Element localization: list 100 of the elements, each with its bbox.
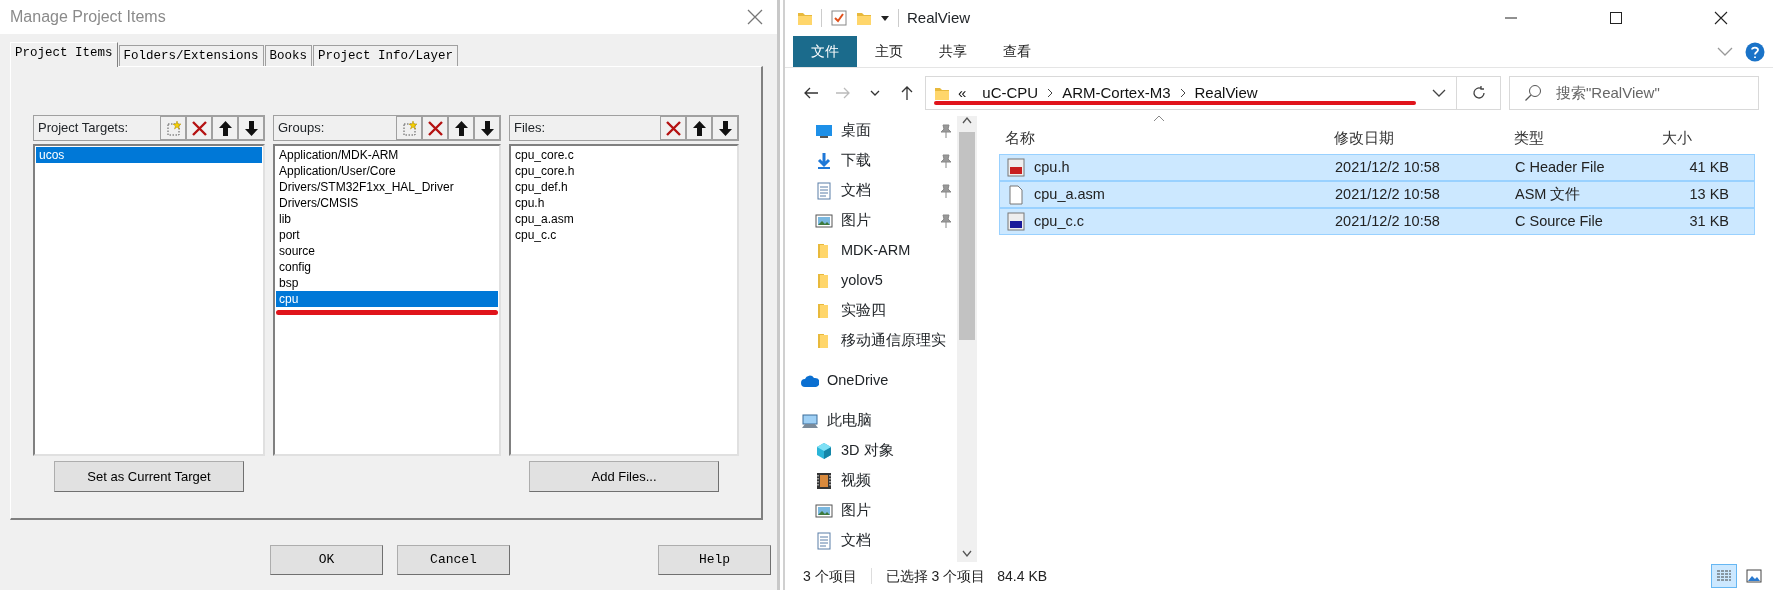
- breadcrumb[interactable]: uC-CPU: [974, 81, 1047, 105]
- list-item[interactable]: cpu: [276, 291, 498, 307]
- status-text: 3 个项目: [803, 566, 857, 586]
- list-item[interactable]: Application/User/Core: [276, 163, 498, 179]
- list-item[interactable]: cpu.h: [512, 195, 736, 211]
- ribbon-tab[interactable]: 文件: [793, 36, 857, 67]
- help-button[interactable]: Help: [658, 545, 771, 575]
- tab[interactable]: Project Info/Layer: [313, 45, 459, 66]
- set-target-button[interactable]: Set as Current Target: [54, 461, 244, 492]
- list-item[interactable]: cpu_c.c: [512, 227, 736, 243]
- file-row[interactable]: cpu_a.asm 2021/12/2 10:58 ASM 文件 13 KB: [999, 181, 1755, 208]
- help-icon[interactable]: [1745, 41, 1765, 62]
- move-down-button[interactable]: [474, 116, 500, 140]
- cube-icon: [815, 442, 833, 460]
- search-input[interactable]: 搜索"RealView": [1554, 80, 1754, 106]
- checklist-icon[interactable]: [830, 9, 848, 27]
- nav-item[interactable]: MDK-ARM: [789, 236, 957, 266]
- nav-item[interactable]: 移动通信原理实: [789, 326, 957, 356]
- list-header: Project Targets:: [38, 119, 130, 138]
- list-item[interactable]: config: [276, 259, 498, 275]
- breadcrumb[interactable]: ARM-Cortex-M3: [1054, 81, 1179, 105]
- list-item[interactable]: port: [276, 227, 498, 243]
- nav-label: 桌面: [841, 121, 871, 141]
- list-item[interactable]: cpu_core.h: [512, 163, 736, 179]
- delete-button[interactable]: [422, 116, 448, 140]
- column-header[interactable]: 类型: [1506, 128, 1654, 150]
- list-item[interactable]: source: [276, 243, 498, 259]
- nav-label: 此电脑: [827, 411, 872, 431]
- download-arrow-icon: [815, 152, 833, 170]
- nav-label: MDK-ARM: [841, 241, 911, 261]
- delete-button[interactable]: [186, 116, 212, 140]
- move-up-button[interactable]: [686, 116, 712, 140]
- chevron-down-icon[interactable]: [1432, 88, 1446, 98]
- delete-button[interactable]: [660, 116, 686, 140]
- move-down-button[interactable]: [712, 116, 738, 140]
- list-item[interactable]: Drivers/CMSIS: [276, 195, 498, 211]
- document-icon: [815, 182, 833, 200]
- scroll-down-icon[interactable]: [962, 550, 972, 558]
- dropdown-icon[interactable]: [880, 13, 890, 23]
- arrow-up-icon[interactable]: [899, 85, 915, 101]
- move-up-button[interactable]: [448, 116, 474, 140]
- ribbon-tab[interactable]: 主页: [857, 36, 921, 67]
- nav-item[interactable]: 3D 对象: [789, 436, 957, 466]
- nav-item[interactable]: 下载: [789, 146, 957, 176]
- refresh-button[interactable]: [1457, 76, 1501, 110]
- nav-item[interactable]: 图片: [789, 206, 957, 236]
- refresh-icon: [1470, 85, 1487, 101]
- close-icon[interactable]: [1712, 10, 1729, 26]
- address-bar[interactable]: « uC-CPU ARM-Cortex-M3 RealView: [925, 76, 1457, 110]
- nav-item[interactable]: 此电脑: [789, 406, 957, 436]
- cancel-button[interactable]: Cancel: [397, 545, 510, 575]
- arrow-up-icon: [216, 119, 234, 137]
- nav-item[interactable]: OneDrive: [789, 366, 957, 396]
- tab[interactable]: Project Items: [10, 42, 118, 67]
- new-icon: [400, 119, 418, 137]
- list-item[interactable]: ucos: [36, 147, 262, 163]
- tab[interactable]: Folders/Extensions: [118, 45, 264, 66]
- nav-item[interactable]: 桌面: [789, 116, 957, 146]
- tab[interactable]: Books: [264, 45, 313, 66]
- list-item[interactable]: cpu_core.c: [512, 147, 736, 163]
- ribbon-tab[interactable]: 共享: [921, 36, 985, 67]
- maximize-icon[interactable]: [1607, 10, 1624, 26]
- nav-item[interactable]: 视频: [789, 466, 957, 496]
- ribbon-tab[interactable]: 查看: [985, 36, 1049, 67]
- move-up-button[interactable]: [212, 116, 238, 140]
- scroll-up-icon[interactable]: [962, 116, 972, 124]
- breadcrumb-overflow[interactable]: «: [950, 81, 975, 105]
- arrow-down-icon: [478, 119, 496, 137]
- nav-item[interactable]: 实验四: [789, 296, 957, 326]
- scrollbar-thumb[interactable]: [959, 132, 975, 340]
- nav-item[interactable]: 文档: [789, 526, 957, 556]
- chevron-right-icon: [1178, 88, 1187, 98]
- nav-label: 下载: [841, 151, 871, 171]
- back-arrow-icon[interactable]: [803, 85, 819, 101]
- list-item[interactable]: cpu_def.h: [512, 179, 736, 195]
- search-icon: [1524, 84, 1542, 102]
- search-field[interactable]: 搜索"RealView": [1509, 76, 1759, 110]
- nav-item[interactable]: yolov5: [789, 266, 957, 296]
- list-item[interactable]: lib: [276, 211, 498, 227]
- list-item[interactable]: Application/MDK-ARM: [276, 147, 498, 163]
- ok-button[interactable]: OK: [270, 545, 383, 575]
- file-row[interactable]: cpu.h 2021/12/2 10:58 C Header File 41 KB: [999, 154, 1755, 181]
- nav-item[interactable]: 文档: [789, 176, 957, 206]
- header-file-icon: [1006, 157, 1026, 178]
- list-item[interactable]: cpu_a.asm: [512, 211, 736, 227]
- table-cell-text: 2021/12/2 10:58: [1334, 157, 1441, 177]
- column-header[interactable]: 名称: [999, 128, 1326, 150]
- column-header[interactable]: 修改日期: [1326, 128, 1506, 150]
- breadcrumb[interactable]: RealView: [1186, 81, 1266, 105]
- column-header[interactable]: 大小: [1654, 128, 1736, 150]
- list-item[interactable]: Drivers/STM32F1xx_HAL_Driver: [276, 179, 498, 195]
- nav-label: 图片: [841, 211, 871, 231]
- add-files-button[interactable]: Add Files...: [529, 461, 719, 492]
- list-item[interactable]: bsp: [276, 275, 498, 291]
- nav-label: OneDrive: [827, 371, 889, 391]
- move-down-button[interactable]: [238, 116, 264, 140]
- delete-icon: [426, 119, 444, 137]
- file-row[interactable]: cpu_c.c 2021/12/2 10:58 C Source File 31 KB: [999, 208, 1755, 235]
- nav-label: 文档: [841, 181, 871, 201]
- nav-item[interactable]: 图片: [789, 496, 957, 526]
